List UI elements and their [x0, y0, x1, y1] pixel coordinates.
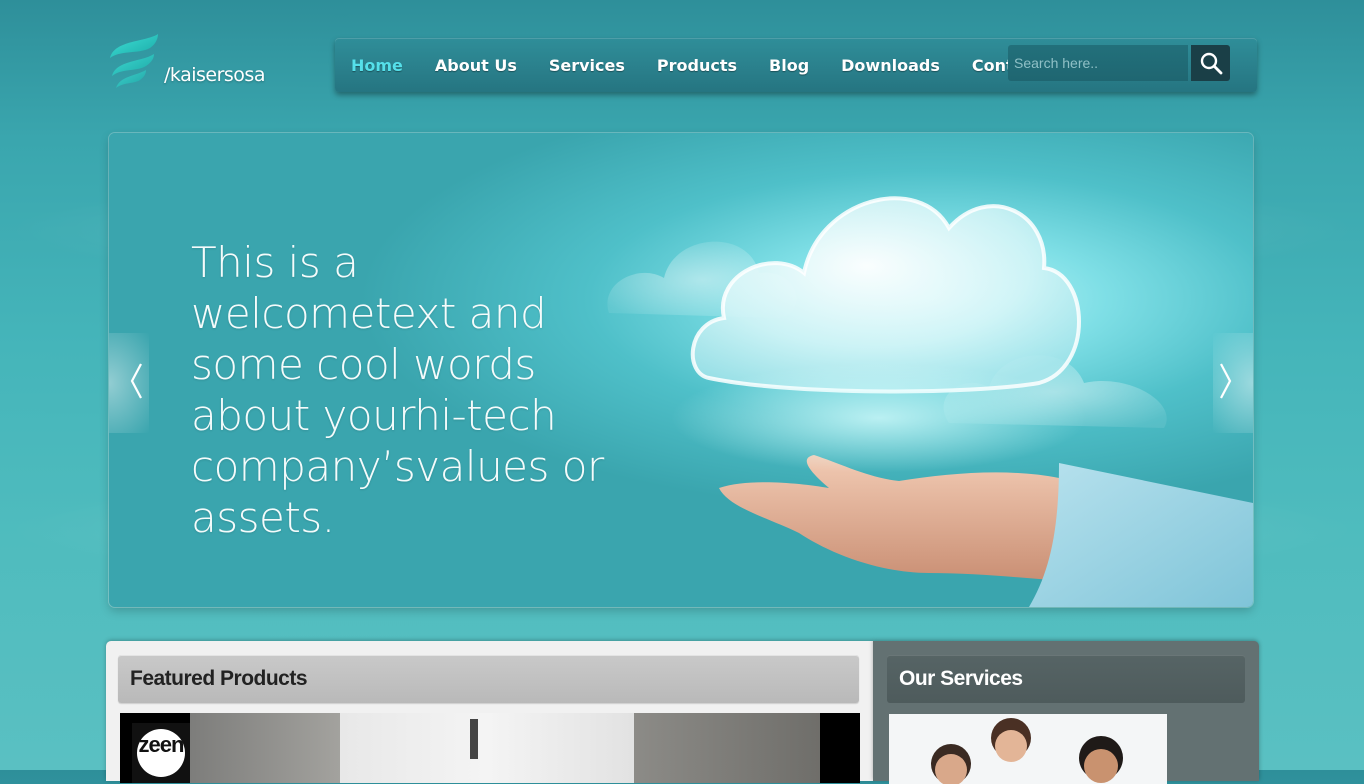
nav-item-blog[interactable]: Blog — [753, 56, 825, 75]
nav-item-downloads[interactable]: Downloads — [825, 56, 956, 75]
logo-text: /kaisersosa — [164, 64, 265, 86]
featured-products-header: Featured Products — [118, 655, 859, 703]
cloud-glow — [669, 363, 1089, 473]
product-logo-badge: zeen — [132, 723, 190, 783]
search-box — [1008, 45, 1230, 81]
slider-prev-button[interactable] — [121, 353, 151, 409]
featured-products-carousel[interactable]: zeen — [120, 713, 860, 783]
site-logo[interactable]: /kaisersosa — [106, 32, 266, 94]
nav-item-about-us[interactable]: About Us — [419, 56, 533, 75]
main-nav: Home About Us Services Products Blog Dow… — [335, 38, 1257, 92]
hero-slider: This is a welcometext and some cool word… — [109, 133, 1253, 607]
search-input[interactable] — [1008, 45, 1188, 81]
product-image — [190, 713, 340, 783]
nav-items: Home About Us Services Products Blog Dow… — [335, 38, 1058, 92]
hand — [719, 455, 1099, 583]
product-image — [340, 713, 634, 783]
our-services-panel: Our Services — [873, 641, 1259, 784]
team-photo — [889, 714, 1167, 784]
chevron-right-icon — [1220, 363, 1232, 399]
search-icon — [1200, 52, 1222, 75]
product-image — [634, 713, 820, 783]
featured-products-title: Featured Products — [130, 667, 308, 690]
nav-item-services[interactable]: Services — [533, 56, 641, 75]
services-image[interactable] — [889, 714, 1167, 784]
our-services-title: Our Services — [899, 667, 1023, 690]
slider-next-button[interactable] — [1211, 353, 1241, 409]
product-object — [470, 719, 478, 759]
featured-products-panel: Featured Products zeen — [106, 641, 873, 783]
hero-welcome-text: This is a welcometext and some cool word… — [191, 238, 604, 542]
nav-item-products[interactable]: Products — [641, 56, 753, 75]
shirt-sleeve — [1029, 463, 1253, 607]
logo-wave-icon — [110, 34, 158, 88]
search-button[interactable] — [1191, 45, 1230, 81]
nav-item-home[interactable]: Home — [335, 56, 419, 75]
chevron-left-icon — [130, 363, 142, 399]
our-services-header: Our Services — [887, 655, 1245, 703]
